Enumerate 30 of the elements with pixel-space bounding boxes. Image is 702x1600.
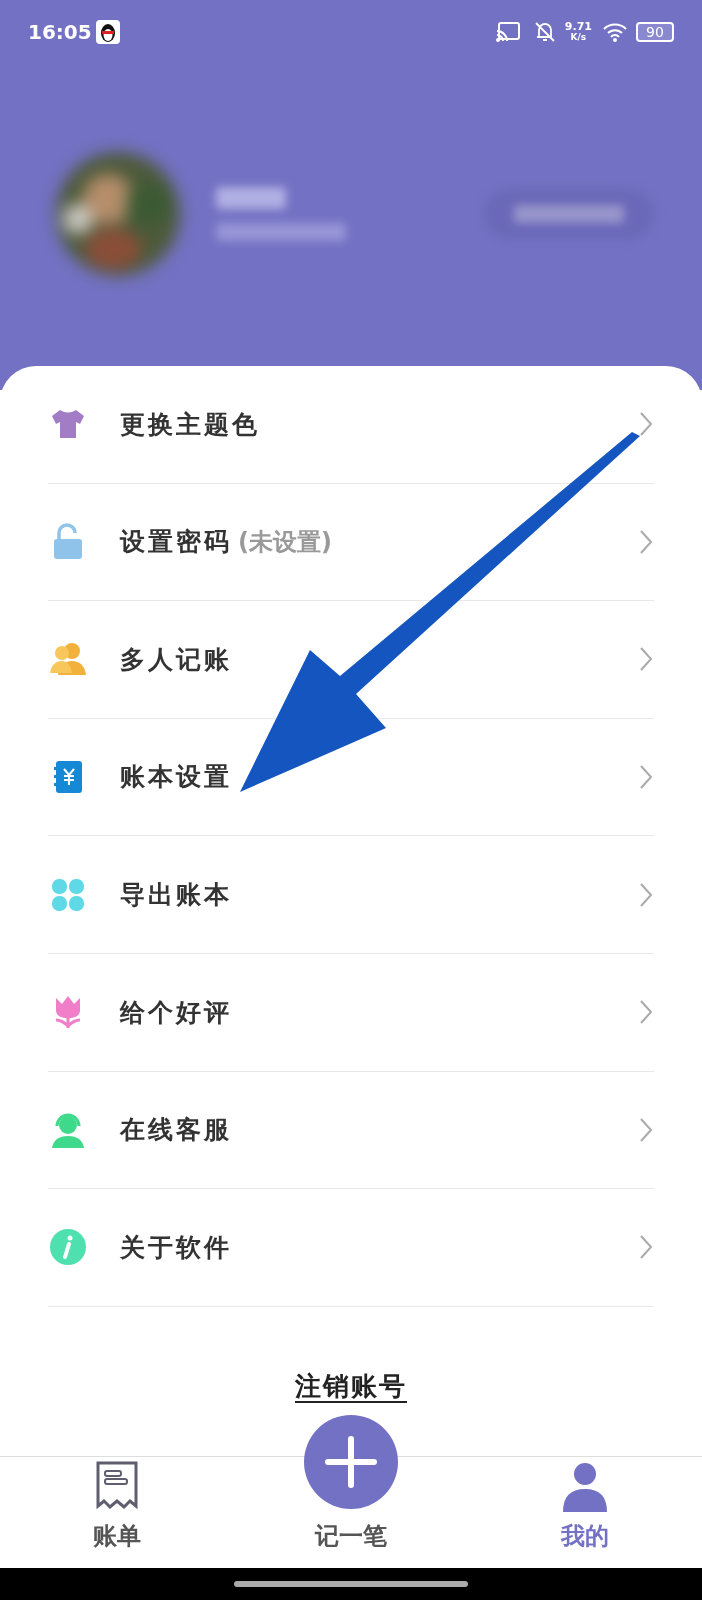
penguin-icon [95,20,120,44]
menu-item[interactable]: 关于软件 [48,1189,654,1307]
receipt-icon [94,1460,140,1512]
menu-label: 关于软件 [120,1231,232,1264]
menu-label: 在线客服 [120,1114,232,1147]
speed-unit: K/s [570,32,587,43]
person-icon [561,1462,609,1512]
menu-label: 导出账本 [120,878,232,911]
network-speed: 9.71 [564,21,592,32]
menu-note: (未设置) [238,526,332,558]
wifi-icon [602,21,628,43]
menu-item[interactable]: 给个好评 [48,953,654,1072]
menu-item[interactable]: 导出账本 [48,836,654,954]
cast-icon [494,21,521,43]
nav-tab[interactable]: 账单 [93,1518,141,1554]
menu-label: 账本设置 [120,761,232,794]
info-icon [48,1227,88,1268]
menu-label: 更换主题色 [120,408,260,441]
menu-label: 多人记账 [120,643,232,676]
nav-tab[interactable]: 记一笔 [315,1518,387,1554]
nav-tab[interactable]: 我的 [561,1518,609,1554]
plus-icon [324,1435,378,1489]
menu-item[interactable]: 在线客服 [48,1071,654,1190]
blurred-name [216,187,286,209]
logout-link[interactable]: 注销账号 [295,1366,407,1406]
clock: 16:05 [28,19,92,46]
battery-indicator: 90 [636,22,674,42]
menu-label: 设置密码 [120,526,232,559]
menu-label: 给个好评 [120,996,232,1029]
bell-off-icon [532,20,557,44]
